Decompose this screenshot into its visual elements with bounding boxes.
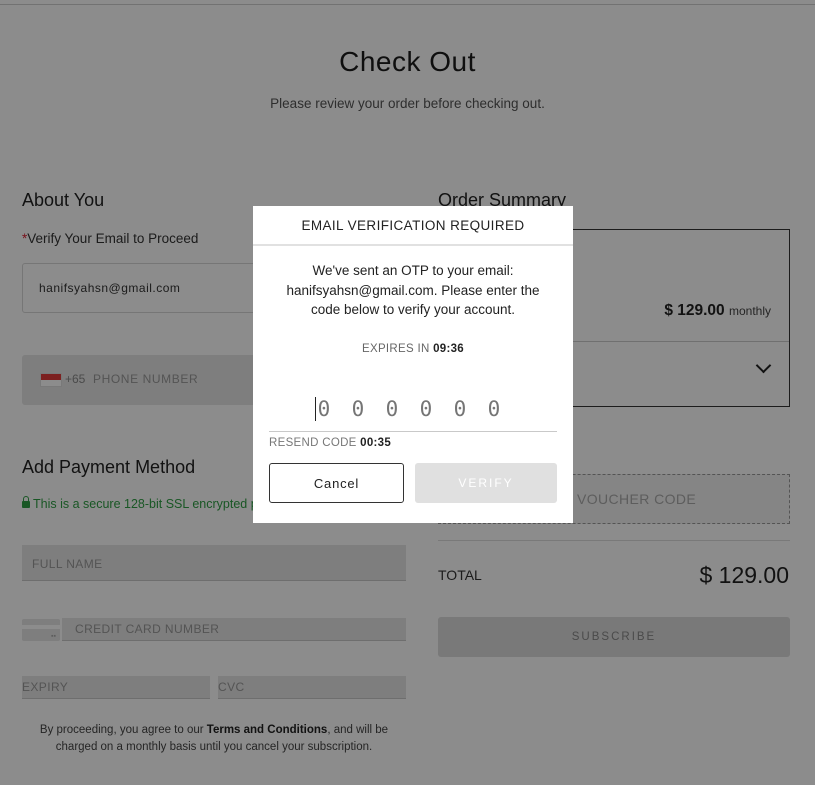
otp-input-group[interactable] [313,396,513,426]
email-verification-modal: EMAIL VERIFICATION REQUIRED We've sent a… [253,206,573,523]
otp-digit-2[interactable] [347,396,369,422]
modal-title: EMAIL VERIFICATION REQUIRED [301,218,525,233]
otp-underline [269,431,557,432]
expires-label: EXPIRES IN [362,343,430,355]
otp-digit-5[interactable] [449,396,471,422]
otp-expiry: EXPIRES IN 09:36 [253,343,573,355]
resend-time: 00:35 [360,437,392,449]
resend-label: RESEND CODE [269,437,357,449]
modal-message: We've sent an OTP to your email: hanifsy… [286,263,540,317]
modal-divider [253,244,573,246]
otp-digit-6[interactable] [483,396,505,422]
verify-button[interactable]: VERIFY [415,463,557,503]
otp-digit-1[interactable] [313,396,335,422]
otp-digit-3[interactable] [381,396,403,422]
cancel-button[interactable]: Cancel [269,463,404,503]
resend-code[interactable]: RESEND CODE 00:35 [269,437,391,449]
otp-digit-4[interactable] [415,396,437,422]
expires-time: 09:36 [433,343,464,355]
